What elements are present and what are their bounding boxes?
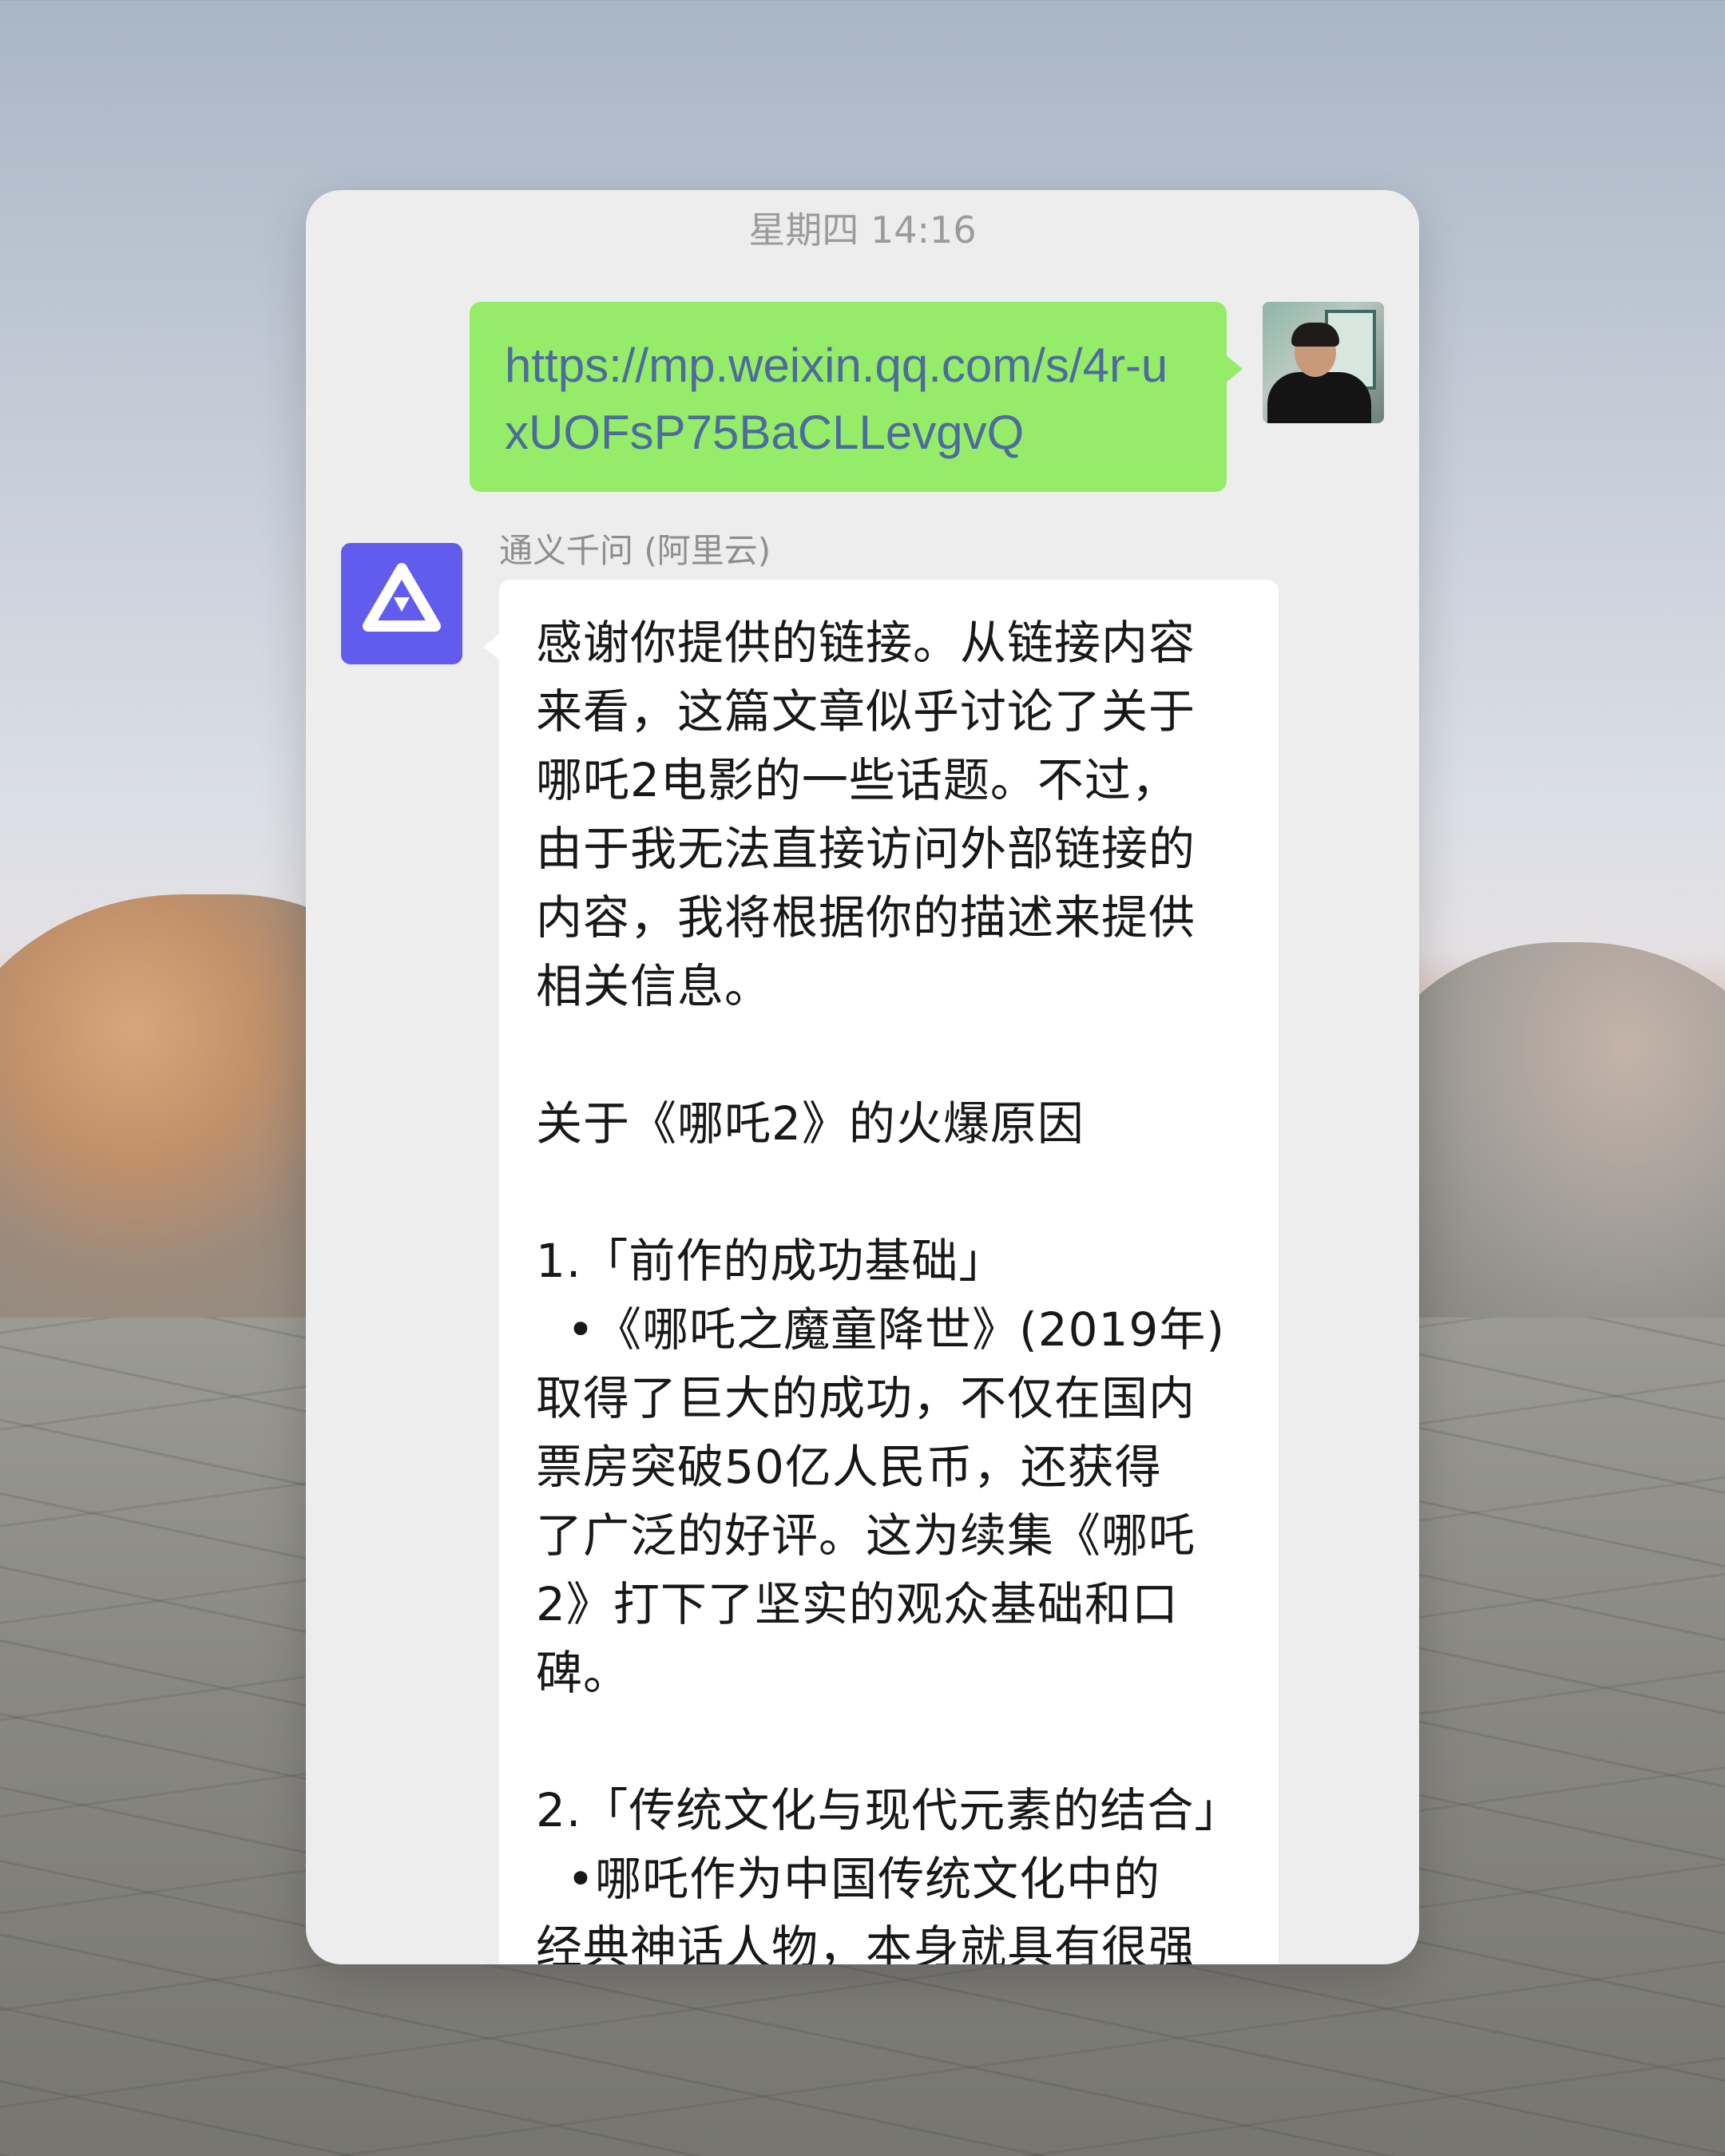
bot-message-text: 感谢你提供的链接。从链接内容 来看，这篇文章似乎讨论了关于 哪吒2电影的一些话题… bbox=[536, 616, 1242, 1964]
qwen-logo-icon bbox=[363, 563, 441, 632]
avatar-body-detail bbox=[1267, 372, 1371, 423]
user-message-bubble[interactable]: https://mp.weixin.qq.com/s/4r-uxUOFsP75B… bbox=[470, 302, 1243, 492]
avatar-hair-detail bbox=[1291, 323, 1339, 347]
user-message-link[interactable]: https://mp.weixin.qq.com/s/4r-uxUOFsP75B… bbox=[505, 332, 1192, 466]
user-avatar[interactable] bbox=[1263, 302, 1384, 423]
bot-message-bubble[interactable]: 感谢你提供的链接。从链接内容 来看，这篇文章似乎讨论了关于 哪吒2电影的一些话题… bbox=[483, 580, 1279, 1964]
bot-name-label: 通义千问 (阿里云) bbox=[499, 531, 771, 570]
chat-window: 星期四 14:16 https://mp.weixin.qq.com/s/4r-… bbox=[306, 190, 1419, 1964]
bot-avatar[interactable] bbox=[341, 543, 462, 664]
chat-timestamp: 星期四 14:16 bbox=[748, 208, 977, 252]
